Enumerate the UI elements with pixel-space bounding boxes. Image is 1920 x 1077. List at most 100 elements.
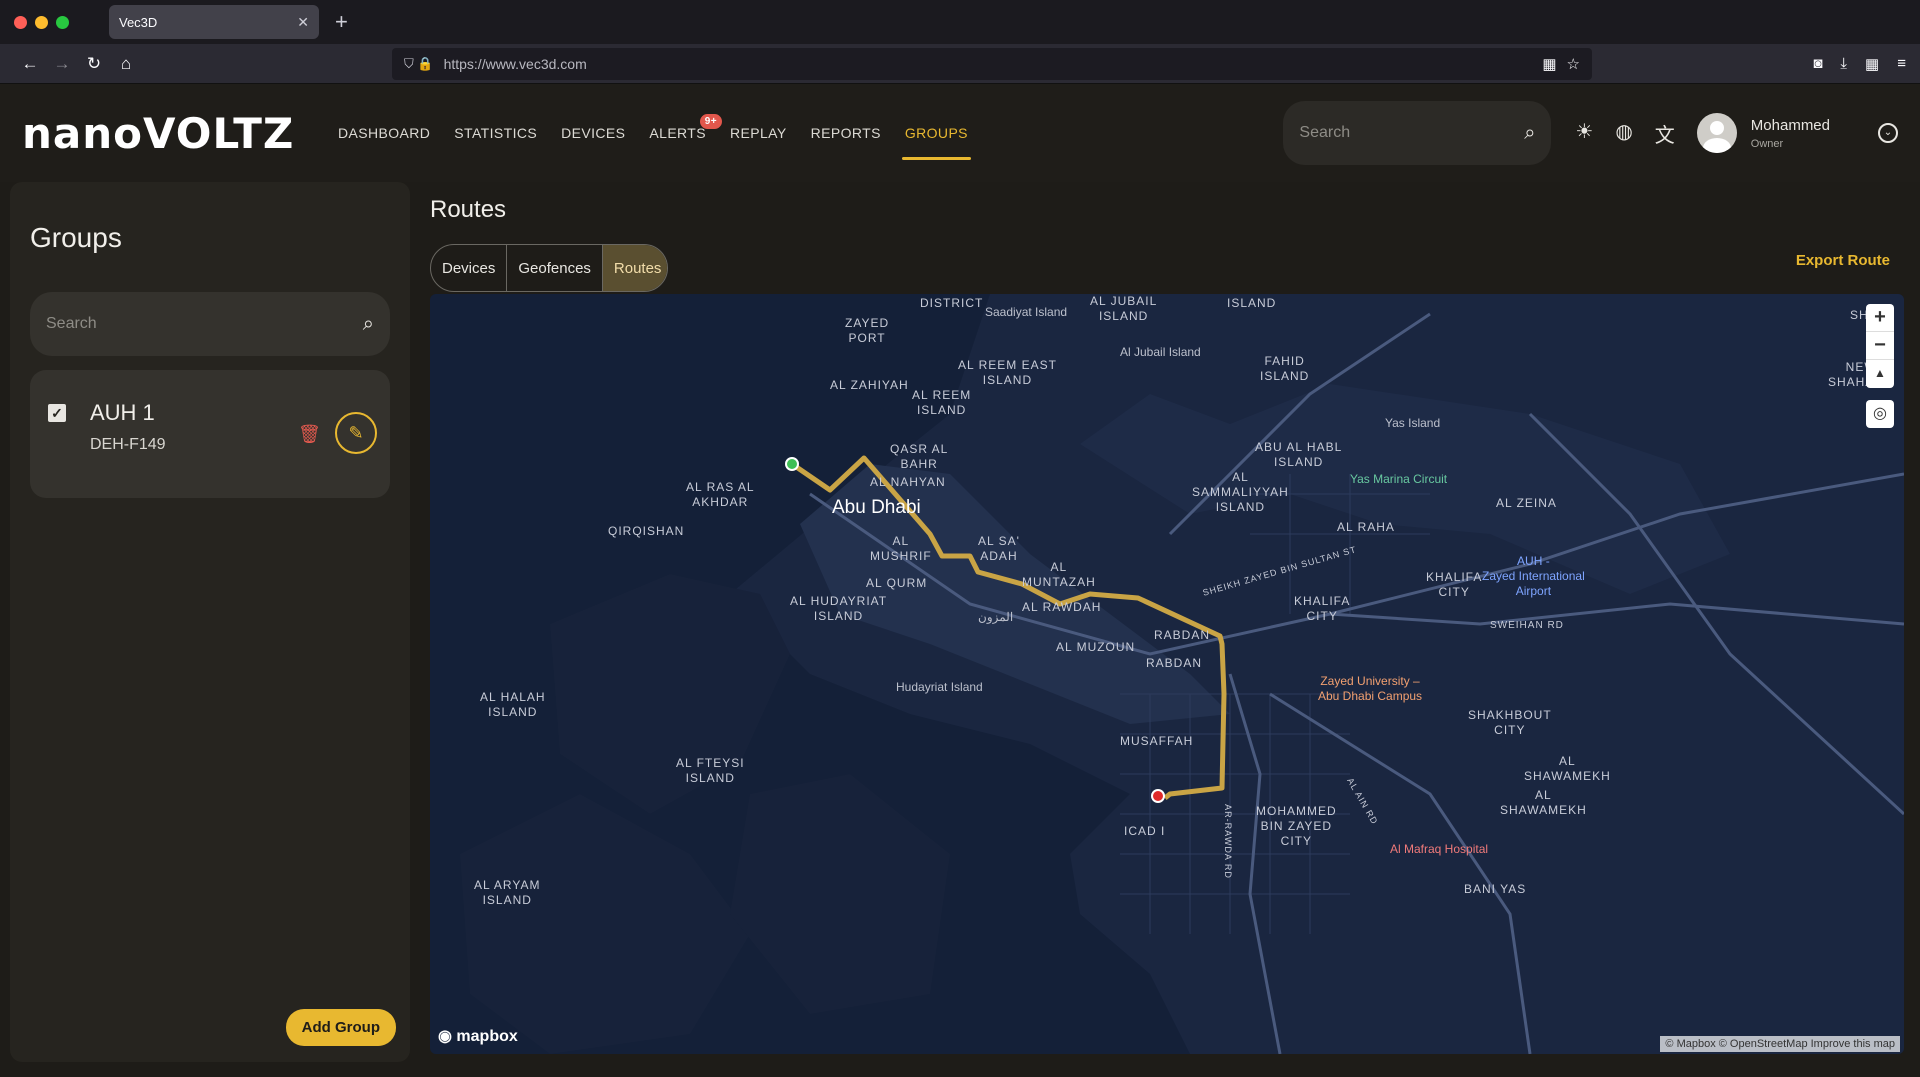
map-label-al-muzoun: AL MUZOUN [1056,640,1136,654]
menu-icon[interactable]: ≡ [1897,55,1906,73]
new-tab-icon[interactable]: + [335,9,348,35]
locate-button[interactable]: ◎ [1866,400,1894,428]
nav-reports[interactable]: REPORTS [811,84,881,182]
tab-devices[interactable]: Devices [431,245,508,291]
land-west-island [550,574,790,814]
map-label-al-reem-east: AL REEM EAST ISLAND [958,358,1057,387]
route-end-marker [1151,789,1165,803]
reload-icon[interactable]: ↻ [78,54,110,74]
nav-devices[interactable]: DEVICES [561,84,625,182]
chevron-down-icon[interactable]: ⌄ [1878,123,1898,143]
map-label-saadiyat: Saadiyat Island [985,305,1068,319]
export-route-button[interactable]: Export Route [1796,252,1890,269]
nav-dashboard[interactable]: DASHBOARD [338,84,430,182]
header-search-input[interactable]: Search ⌕ [1283,101,1552,165]
map-label-al-muntazah: AL MUNTAZAH [1022,560,1096,589]
map-label-abu-dhabi: Abu Dhabi [832,497,921,518]
mapbox-logo[interactable]: ◉ mapbox [438,1026,518,1046]
header-search-placeholder: Search [1299,124,1351,141]
back-icon[interactable]: ← [14,54,46,74]
compass-button[interactable]: ▲ [1866,360,1894,388]
nav-statistics[interactable]: STATISTICS [454,84,537,182]
map-label-al-sa-adah: AL SA' ADAH [978,534,1020,563]
maximize-window-button[interactable] [56,15,69,29]
shield-icon[interactable]: ⛉ 🔒 [404,56,434,72]
nav-alerts[interactable]: ALERTS 9+ [649,84,722,182]
map-label-bani-yas: BANI YAS [1464,882,1527,896]
map-label-al-qurm: AL QURM [866,576,928,590]
url-bar[interactable]: ⛉ 🔒 https://www.vec3d.com ▦ ☆ [392,47,1592,80]
group-card[interactable]: ✓ AUH 1 DEH-F149 🗑 ✎ [30,370,390,498]
palette-icon[interactable]: ◍ [1615,119,1632,148]
map-label-al-zeina: AL ZEINA [1496,496,1557,510]
group-device: DEH-F149 [90,436,166,453]
app-header: nanoVOLTZ DASHBOARD STATISTICS DEVICES A… [0,84,1920,182]
map-attribution[interactable]: © Mapbox © OpenStreetMap Improve this ma… [1660,1036,1900,1052]
url-text: https://www.vec3d.com [443,55,587,72]
map-label-sweihan-rd: SWEIHAN RD [1490,620,1564,631]
map-label-al-fteysi: AL FTEYSI ISLAND [676,756,745,785]
map-label-musaffah: MUSAFFAH [1120,734,1194,748]
alerts-badge: 9+ [699,114,722,129]
edit-pencil-icon[interactable]: ✎ [335,412,377,454]
tab-title: Vec3D [119,14,158,30]
map-label-hudayriat-poi: Hudayriat Island [896,680,983,694]
extensions-icon[interactable]: ▦ [1865,55,1879,73]
download-icon[interactable]: ⤓ [1840,55,1847,73]
add-group-button[interactable]: Add Group [285,1009,396,1046]
bookmark-star-icon[interactable]: ☆ [1567,55,1580,73]
nav-alerts-label: ALERTS [649,125,706,141]
zoom-out-button[interactable]: − [1866,332,1894,360]
map-label-rabdan: RABDAN [1154,628,1211,642]
search-icon[interactable]: ⌕ [1524,122,1535,145]
map-canvas [460,294,1904,1054]
map-label-al-mushrif: AL MUSHRIF [870,534,932,563]
translate-icon[interactable]: 文 [1655,119,1675,148]
tab-routes[interactable]: Routes [602,245,667,291]
tab-geofences[interactable]: Geofences [507,245,603,291]
close-window-button[interactable] [14,15,27,29]
logo[interactable]: nanoVOLTZ [22,109,338,158]
zoom-in-button[interactable]: + [1866,304,1894,332]
user-menu[interactable]: Mohammed Owner ⌄ [1696,113,1898,153]
route-map[interactable]: DISTRICT Saadiyat Island AL JUBAIL ISLAN… [430,294,1904,1054]
trash-icon[interactable]: 🗑 [298,424,321,445]
view-tabs: Devices Geofences Routes [430,244,668,292]
map-label-district: DISTRICT [920,296,984,310]
map-label-yas-marina: Yas Marina Circuit [1350,472,1448,486]
browser-tab[interactable]: Vec3D ✕ [109,5,319,39]
map-label-al-reem: AL REEM ISLAND [912,388,972,417]
minimize-window-button[interactable] [35,15,48,29]
map-label-khalifa-city: KHALIFA CITY [1294,594,1351,623]
map-label-ar-rawda-rd: AR-RAWDA RD [1222,804,1233,879]
theme-sun-icon[interactable]: ☀ [1575,119,1593,148]
groups-search-input[interactable]: Search ⌕ [30,292,390,356]
qr-icon[interactable]: ▦ [1542,55,1556,73]
map-label-al-aryam: AL ARYAM ISLAND [474,878,541,907]
group-checkbox[interactable]: ✓ [48,404,66,422]
close-tab-icon[interactable]: ✕ [297,14,309,31]
map-label-qasr-al-bahr: QASR AL BAHR [890,442,949,471]
groups-search-placeholder: Search [46,315,97,332]
map-label-khalifa-city-top: KHALIFA CITY [1426,570,1483,599]
map-label-abu-al-habl: ABU AL HABL ISLAND [1255,440,1343,469]
forward-icon[interactable]: → [46,54,78,74]
land-mangrove [730,774,950,1014]
home-icon[interactable]: ⌂ [110,54,142,74]
group-name: AUH 1 [90,400,155,425]
nav-replay[interactable]: REPLAY [730,84,787,182]
map-label-shakhbout: SHAKHBOUT CITY [1468,708,1552,737]
user-name: Mohammed [1750,116,1830,134]
page-title: Routes [430,196,507,223]
avatar[interactable] [1696,113,1737,153]
nav-groups[interactable]: GROUPS [901,84,972,182]
map-label-al-zahiyah: AL ZAHIYAH [830,378,909,392]
zoom-control: + − ▲ [1866,304,1894,388]
route-start-marker [785,457,799,471]
map-label-al-sammaliyyah: AL SAMMALIYYAH ISLAND [1192,470,1289,514]
main-nav: DASHBOARD STATISTICS DEVICES ALERTS 9+ R… [338,84,972,182]
map-label-al-ras-al-akhdar: AL RAS AL AKHDAR [686,480,755,509]
map-label-icad: ICAD I [1124,824,1166,838]
search-icon[interactable]: ⌕ [363,313,374,336]
pocket-icon[interactable]: ◙ [1813,55,1822,73]
